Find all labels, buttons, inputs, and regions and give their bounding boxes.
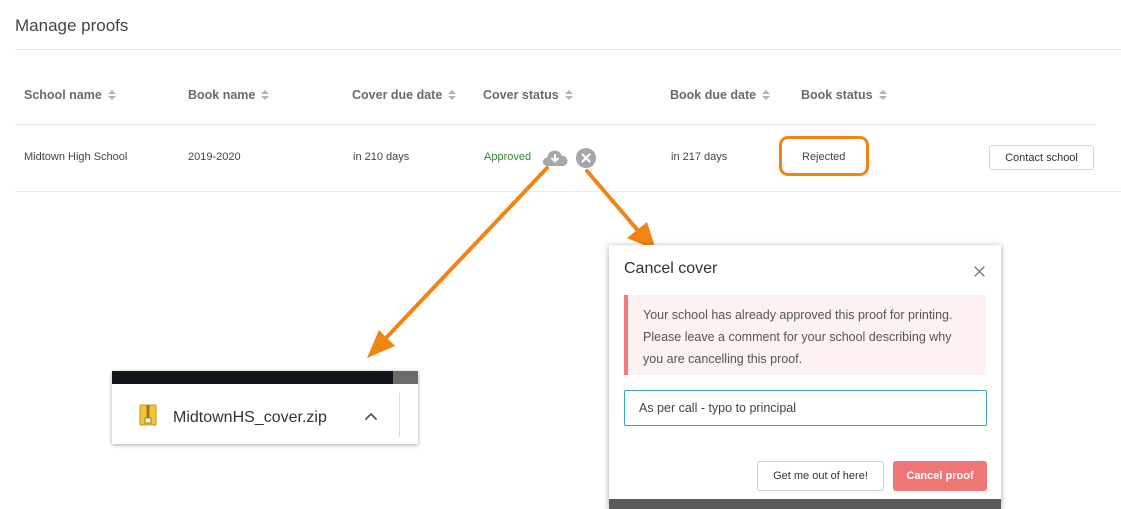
zip-file-icon bbox=[139, 404, 157, 431]
cancel-cover-modal: Cancel cover Your school has already app… bbox=[609, 245, 1001, 509]
get-me-out-button[interactable]: Get me out of here! bbox=[757, 461, 884, 491]
comment-input[interactable] bbox=[624, 390, 987, 426]
modal-title: Cancel cover bbox=[624, 260, 718, 277]
download-bar-top-right bbox=[393, 371, 418, 384]
close-icon[interactable] bbox=[974, 264, 985, 282]
warning-alert-text: Your school has already approved this pr… bbox=[643, 308, 953, 366]
modal-shadow-strip bbox=[609, 499, 1001, 509]
chevron-up-icon[interactable] bbox=[364, 408, 378, 426]
download-bar: MidtownHS_cover.zip bbox=[112, 371, 418, 444]
cancel-proof-button[interactable]: Cancel proof bbox=[893, 461, 987, 491]
download-bar-separator bbox=[399, 393, 400, 437]
download-bar-top bbox=[112, 371, 393, 384]
download-file-name[interactable]: MidtownHS_cover.zip bbox=[173, 409, 327, 427]
warning-alert: Your school has already approved this pr… bbox=[624, 295, 986, 375]
